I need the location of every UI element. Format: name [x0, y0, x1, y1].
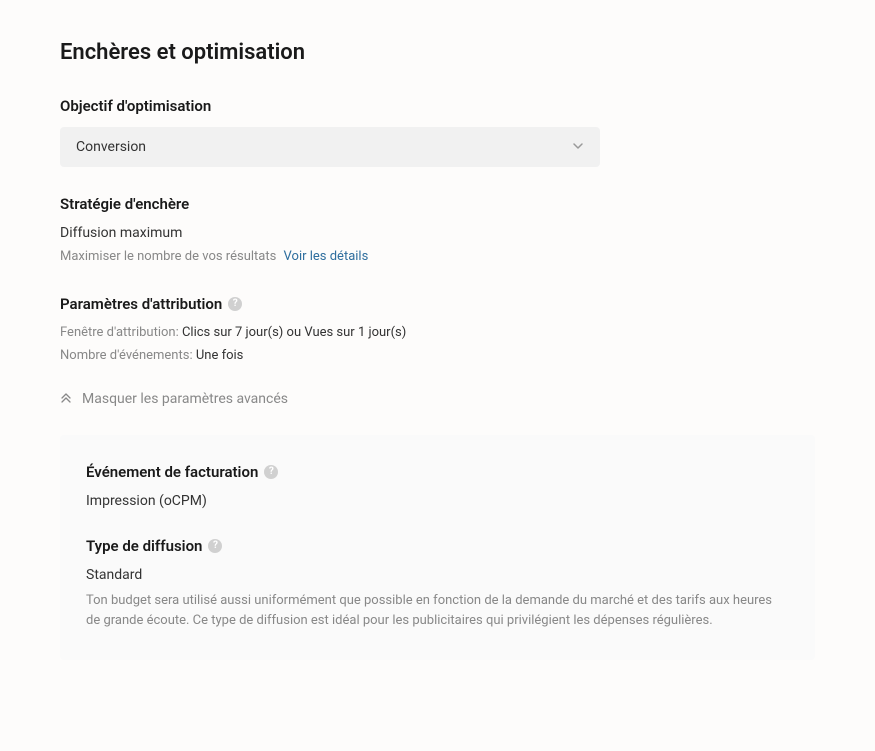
attribution-events-value: Une fois [196, 348, 244, 363]
billing-label: Événement de facturation ? [86, 463, 789, 481]
chevron-down-icon [572, 140, 584, 155]
attribution-window-row: Fenêtre d'attribution: Clics sur 7 jour(… [60, 325, 815, 340]
bid-strategy-value: Diffusion maximum [60, 225, 815, 241]
delivery-label: Type de diffusion ? [86, 537, 789, 555]
attribution-label-text: Paramètres d'attribution [60, 295, 222, 313]
billing-section: Événement de facturation ? Impression (o… [86, 463, 789, 509]
delivery-section: Type de diffusion ? Standard Ton budget … [86, 537, 789, 633]
info-icon[interactable]: ? [264, 465, 278, 479]
attribution-events-label: Nombre d'événements: [60, 348, 193, 363]
bid-strategy-description: Maximiser le nombre de vos résultats [60, 249, 276, 264]
billing-value: Impression (oCPM) [86, 493, 789, 509]
attribution-events-row: Nombre d'événements: Une fois [60, 348, 815, 363]
bid-strategy-description-row: Maximiser le nombre de vos résultats Voi… [60, 247, 815, 267]
info-icon[interactable]: ? [208, 539, 222, 553]
delivery-label-text: Type de diffusion [86, 537, 202, 555]
bid-strategy-section: Stratégie d'enchère Diffusion maximum Ma… [60, 195, 815, 267]
toggle-advanced-label: Masquer les paramètres avancés [82, 391, 288, 407]
bid-strategy-label: Stratégie d'enchère [60, 195, 815, 213]
attribution-section: Paramètres d'attribution ? Fenêtre d'att… [60, 295, 815, 363]
advanced-panel: Événement de facturation ? Impression (o… [60, 435, 815, 661]
billing-label-text: Événement de facturation [86, 463, 258, 481]
toggle-advanced-button[interactable]: Masquer les paramètres avancés [60, 391, 815, 407]
chevron-double-up-icon [60, 391, 72, 406]
delivery-value: Standard [86, 567, 789, 583]
attribution-window-value: Clics sur 7 jour(s) ou Vues sur 1 jour(s… [182, 325, 406, 340]
page-title: Enchères et optimisation [60, 40, 815, 65]
optimization-label: Objectif d'optimisation [60, 97, 815, 115]
delivery-description: Ton budget sera utilisé aussi uniforméme… [86, 591, 789, 633]
attribution-window-label: Fenêtre d'attribution: [60, 325, 179, 340]
info-icon[interactable]: ? [228, 297, 242, 311]
optimization-dropdown[interactable]: Conversion [60, 127, 600, 167]
optimization-section: Objectif d'optimisation Conversion [60, 97, 815, 167]
bid-strategy-details-link[interactable]: Voir les détails [284, 249, 369, 264]
optimization-value: Conversion [76, 139, 146, 155]
attribution-label: Paramètres d'attribution ? [60, 295, 815, 313]
